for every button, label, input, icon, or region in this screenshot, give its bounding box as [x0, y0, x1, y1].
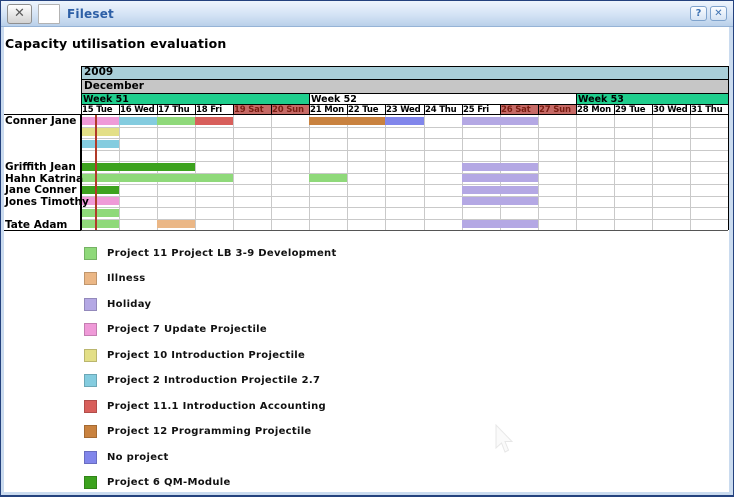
frame-right-inner — [729, 27, 733, 493]
legend-swatch — [84, 298, 97, 311]
legend-swatch — [84, 451, 97, 464]
legend-label: Project 2 Introduction Projectile 2.7 — [107, 374, 320, 387]
legend-item: Project 11.1 Introduction Accounting — [84, 400, 504, 415]
mouse-cursor-icon — [494, 424, 514, 454]
legend-label: Project 12 Programming Projectile — [107, 425, 312, 438]
frame-top — [0, 0, 734, 1]
legend-label: Project 11 Project LB 3-9 Development — [107, 247, 337, 260]
legend-label: Project 6 QM-Module — [107, 476, 231, 489]
legend-swatch — [84, 349, 97, 362]
legend-item: Project 10 Introduction Projectile — [84, 349, 504, 364]
legend-item: Project 2 Introduction Projectile 2.7 — [84, 374, 504, 389]
legend-label: Project 7 Update Projectile — [107, 323, 267, 336]
legend-item: Project 12 Programming Projectile — [84, 425, 504, 440]
legend-item: Project 6 QM-Module — [84, 476, 504, 491]
legend-swatch — [84, 272, 97, 285]
legend-item: Project 7 Update Projectile — [84, 323, 504, 338]
legend-swatch — [84, 476, 97, 489]
legend-swatch — [84, 425, 97, 438]
legend-swatch — [84, 400, 97, 413]
legend-label: Project 11.1 Introduction Accounting — [107, 400, 326, 413]
fileset-window: ✕ Fileset ? ✕ Capacity utilisation evalu… — [0, 0, 734, 497]
legend-swatch — [84, 374, 97, 387]
legend-item: Illness — [84, 272, 504, 287]
legend-label: No project — [107, 451, 169, 464]
legend-item: No project — [84, 451, 504, 466]
legend-label: Holiday — [107, 298, 151, 311]
legend-swatch — [84, 247, 97, 260]
frame-bottom-inner — [1, 492, 733, 495]
legend: Project 11 Project LB 3-9 Development Ill… — [0, 0, 734, 497]
legend-label: Project 10 Introduction Projectile — [107, 349, 305, 362]
legend-item: Holiday — [84, 298, 504, 313]
frame-left-inner — [1, 27, 4, 493]
legend-item: Project 11 Project LB 3-9 Development — [84, 247, 504, 262]
legend-swatch — [84, 323, 97, 336]
legend-label: Illness — [107, 272, 145, 285]
